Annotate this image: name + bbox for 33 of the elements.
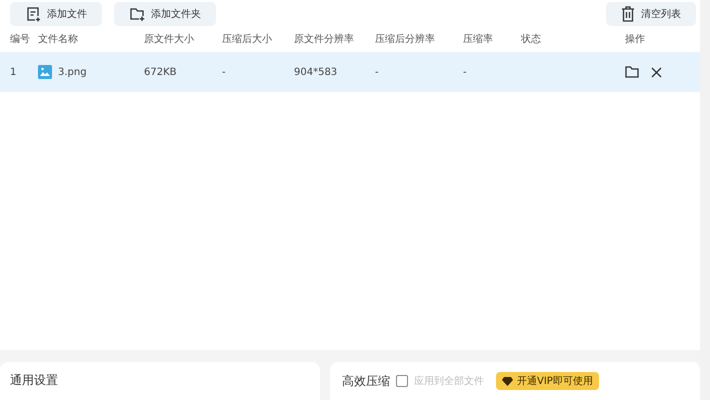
toolbar-button[interactable]: 添加文件 — [10, 2, 102, 26]
column-header: 文件名称 — [38, 32, 79, 46]
vip-badge[interactable]: 开通VIP即可使用 — [496, 372, 599, 390]
add-file-icon — [25, 6, 41, 22]
column-header: 原文件大小 — [144, 32, 195, 46]
column-header: 压缩率 — [463, 32, 494, 46]
table-cell-text: - — [375, 66, 380, 78]
toolbar-button[interactable]: 添加文件夹 — [114, 2, 216, 26]
table-cell-text: - — [463, 66, 468, 78]
trash-icon — [621, 6, 635, 22]
column-header: 压缩后分辨率 — [375, 32, 436, 46]
column-header: 原文件分辨率 — [294, 32, 355, 46]
option-label: 应用到全部文件 — [414, 374, 484, 388]
table-cell-text: 672KB — [144, 66, 178, 78]
table-cell-text: - — [222, 66, 227, 78]
panel-title: 通用设置 — [10, 372, 59, 389]
file-name: 3.png — [58, 66, 87, 78]
folder-icon[interactable] — [625, 66, 639, 78]
diamond-icon — [502, 376, 513, 386]
table-row[interactable]: 1 3.png 672KB - 904*583 - - — [0, 52, 700, 92]
close-icon[interactable] — [651, 66, 662, 78]
table-cell-text: 1 — [10, 66, 18, 78]
column-header: 状态 — [521, 32, 542, 46]
scrollbar[interactable] — [700, 0, 710, 400]
column-header: 压缩后大小 — [222, 32, 273, 46]
table-cell-text: 904*583 — [294, 66, 338, 78]
panel-title: 高效压缩 — [342, 372, 390, 390]
column-header: 编号 — [10, 32, 31, 46]
image-file-icon — [38, 65, 52, 79]
clear-list-button[interactable]: 清空列表 — [606, 2, 696, 26]
column-header: 操作 — [625, 33, 646, 46]
checkbox[interactable] — [396, 375, 408, 387]
add-folder-icon — [129, 6, 145, 22]
